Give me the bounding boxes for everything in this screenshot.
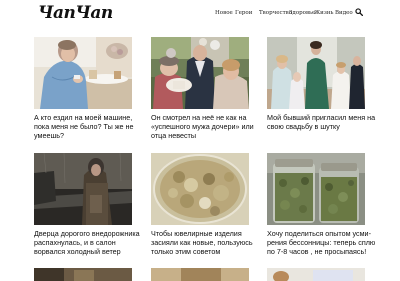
article-title-line: по 7-8 часов , не просыпаясь! xyxy=(267,247,367,257)
article-image-7[interactable] xyxy=(34,268,132,281)
article-title-line: Мой бывший пригласил меня на xyxy=(267,113,376,122)
article-image-1[interactable] xyxy=(34,37,132,109)
article-title-1[interactable]: А кто ездил на моей машине, пока меня не… xyxy=(34,113,144,141)
article-title-line: пока меня не было? Ты же не xyxy=(34,122,134,132)
article-title-line: ворвался холодный ветер xyxy=(34,247,121,257)
nav-item-video[interactable]: Видео xyxy=(335,10,353,16)
nav-item-health[interactable]: Здоровье xyxy=(289,10,315,16)
nav-item-life[interactable]: Жизнь xyxy=(314,10,334,16)
article-title-line: А кто ездил на моей машине, xyxy=(34,113,133,122)
article-title-line: Он смотрел на неё не как на xyxy=(151,113,247,122)
article-title-line: только этим советом xyxy=(151,247,221,257)
article-title-line: Дверца дорогого внедорожника xyxy=(34,229,140,238)
article-image-3[interactable] xyxy=(267,37,365,109)
article-title-line: «успешного мужа дочери» или xyxy=(151,122,254,132)
article-image-8[interactable] xyxy=(151,268,249,281)
search-icon[interactable] xyxy=(355,8,363,16)
site-header: ЧапЧап Новое Герои Творчество Здоровье Ж… xyxy=(0,0,400,28)
article-image-9[interactable] xyxy=(267,268,365,281)
article-title-6[interactable]: Хочу поделиться опытом усми- рения бессо… xyxy=(267,229,377,257)
site-logo[interactable]: ЧапЧап xyxy=(38,3,113,23)
article-image-4[interactable] xyxy=(34,153,132,225)
nav-item-heroes[interactable]: Герои xyxy=(235,10,252,16)
article-title-line: умеешь? xyxy=(34,131,64,141)
article-title-line: распахнулась, и в салон xyxy=(34,238,116,248)
article-title-3[interactable]: Мой бывший пригласил меня на свою свадьб… xyxy=(267,113,377,131)
article-title-5[interactable]: Чтобы ювелирные изделия засияли как новы… xyxy=(151,229,261,257)
article-title-4[interactable]: Дверца дорогого внедорожника распахнулас… xyxy=(34,229,144,257)
nav-item-creativity[interactable]: Творчество xyxy=(259,10,292,16)
article-title-line: свою свадьбу в шутку xyxy=(267,122,340,132)
article-title-line: отца невесты xyxy=(151,131,196,141)
article-image-2[interactable] xyxy=(151,37,249,109)
nav-item-new[interactable]: Новое xyxy=(215,10,233,16)
article-title-line: засияли как новые, пользуюсь xyxy=(151,238,253,248)
article-image-6[interactable] xyxy=(267,153,365,225)
article-title-line: Чтобы ювелирные изделия xyxy=(151,229,242,238)
article-title-line: рения бессонницы: теперь сплю xyxy=(267,238,376,248)
article-title-2[interactable]: Он смотрел на неё не как на «успешного м… xyxy=(151,113,261,141)
article-image-5[interactable] xyxy=(151,153,249,225)
article-title-line: Хочу поделиться опытом усми- xyxy=(267,229,371,238)
